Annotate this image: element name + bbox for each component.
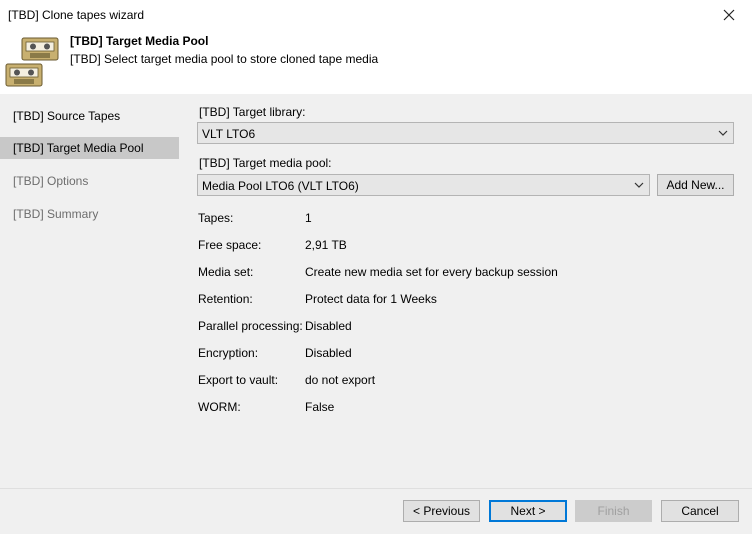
wizard-steps-pane: [TBD] Source Tapes [TBD] Target Media Po… bbox=[0, 94, 180, 488]
prop-value-media-set: Create new media set for every backup se… bbox=[305, 265, 558, 279]
nav-item-options: [TBD] Options bbox=[13, 174, 89, 188]
finish-button: Finish bbox=[575, 500, 652, 522]
title-bar: [TBD] Clone tapes wizard bbox=[0, 0, 752, 30]
page-title: [TBD] Target Media Pool bbox=[70, 34, 209, 48]
target-library-select[interactable]: VLT LTO6 bbox=[197, 122, 734, 144]
prop-value-parallel-processing: Disabled bbox=[305, 319, 352, 333]
page-subtitle: [TBD] Select target media pool to store … bbox=[70, 52, 379, 66]
prop-value-retention: Protect data for 1 Weeks bbox=[305, 292, 437, 306]
prop-value-export-to-vault: do not export bbox=[305, 373, 376, 387]
prop-key-retention: Retention: bbox=[198, 292, 253, 306]
prop-key-parallel-processing: Parallel processing: bbox=[198, 319, 303, 333]
target-library-value: VLT LTO6 bbox=[202, 127, 256, 141]
prop-value-tapes: 1 bbox=[305, 211, 312, 225]
target-media-pool-label: [TBD] Target media pool: bbox=[199, 156, 332, 170]
prop-key-media-set: Media set: bbox=[198, 265, 254, 279]
previous-button[interactable]: < Previous bbox=[403, 500, 480, 522]
next-button[interactable]: Next > bbox=[489, 500, 567, 522]
chevron-down-icon bbox=[634, 182, 644, 188]
nav-item-source-tapes[interactable]: [TBD] Source Tapes bbox=[0, 105, 179, 127]
prop-value-encryption: Disabled bbox=[305, 346, 352, 360]
wizard-header: [TBD] Target Media Pool [TBD] Select tar… bbox=[0, 30, 752, 94]
nav-item-target-media-pool[interactable]: [TBD] Target Media Pool bbox=[0, 137, 179, 159]
tape-cassette-icon bbox=[5, 37, 59, 87]
target-media-pool-value: Media Pool LTO6 (VLT LTO6) bbox=[202, 179, 359, 193]
target-media-pool-select[interactable]: Media Pool LTO6 (VLT LTO6) bbox=[197, 174, 650, 196]
prop-key-export-to-vault: Export to vault: bbox=[198, 373, 279, 387]
prop-value-free-space: 2,91 TB bbox=[305, 238, 347, 252]
prop-key-free-space: Free space: bbox=[198, 238, 262, 252]
close-icon bbox=[723, 9, 735, 21]
nav-item-summary: [TBD] Summary bbox=[13, 207, 99, 221]
target-library-label: [TBD] Target library: bbox=[199, 105, 306, 119]
prop-key-worm: WORM: bbox=[198, 400, 241, 414]
prop-key-tapes: Tapes: bbox=[198, 211, 234, 225]
prop-key-encryption: Encryption: bbox=[198, 346, 259, 360]
window-title: [TBD] Clone tapes wizard bbox=[8, 8, 145, 22]
cancel-button[interactable]: Cancel bbox=[661, 500, 739, 522]
add-new-button[interactable]: Add New... bbox=[657, 174, 734, 196]
chevron-down-icon bbox=[718, 130, 728, 136]
close-button[interactable] bbox=[706, 0, 752, 30]
prop-value-worm: False bbox=[305, 400, 335, 414]
wizard-content-pane bbox=[180, 94, 752, 488]
